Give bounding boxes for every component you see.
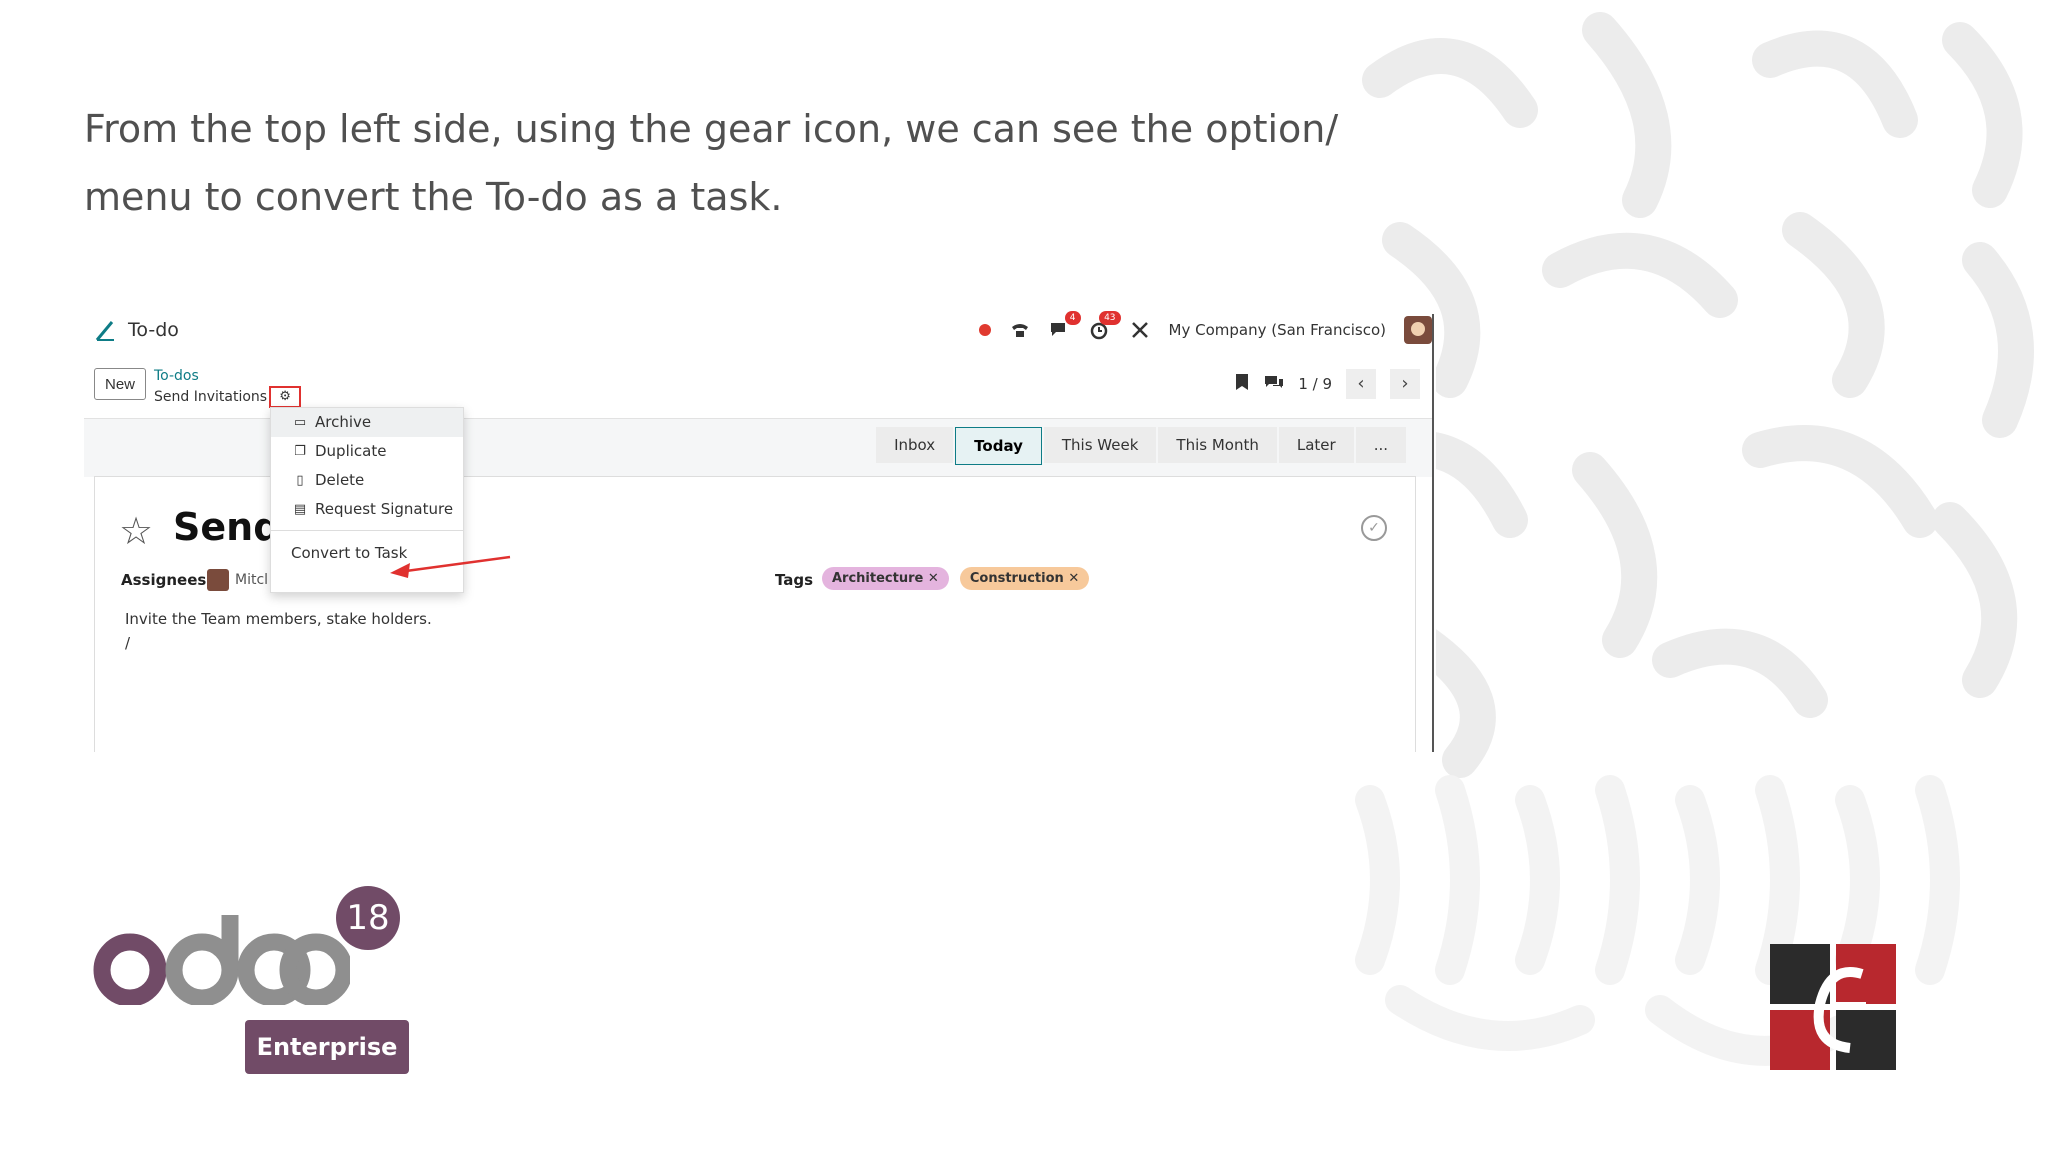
activity-clock-icon[interactable]: 43	[1089, 311, 1121, 341]
menu-item-delete[interactable]: ▯ Delete	[271, 466, 463, 495]
pager-previous-button[interactable]: ‹	[1346, 369, 1376, 399]
systray: 4 43 My Company (San Francisco)	[978, 311, 1432, 344]
chat-icon[interactable]: 4	[1049, 311, 1081, 341]
gear-icon[interactable]: ⚙	[269, 386, 302, 408]
tag-construction-label: Construction	[969, 571, 1064, 586]
app-title-label: To-do	[128, 319, 179, 341]
stage-today[interactable]: Today	[955, 427, 1042, 465]
menu-divider	[271, 530, 463, 531]
menu-archive-label: Archive	[315, 413, 372, 431]
phone-icon[interactable]	[1009, 319, 1031, 341]
breadcrumb-current: Send Invitations ⚙	[154, 386, 302, 408]
document-icon: ▤	[293, 502, 307, 517]
stage-later[interactable]: Later	[1278, 427, 1354, 463]
tags-field[interactable]: Architecture ✕ Construction ✕	[822, 567, 1095, 590]
menu-item-archive[interactable]: ▭ Archive	[271, 408, 463, 437]
chat-badge: 4	[1064, 311, 1081, 325]
assignee-field[interactable]: Mitcl	[207, 569, 268, 591]
debug-tools-icon[interactable]	[1129, 319, 1151, 341]
chatter-icon[interactable]	[1264, 374, 1284, 394]
breadcrumb-todos-link[interactable]: To-dos	[154, 367, 301, 386]
breadcrumb-current-label: Send Invitations	[154, 388, 268, 405]
done-check-icon[interactable]: ✓	[1361, 515, 1387, 541]
odoo-logo	[93, 915, 350, 1005]
record-indicator-icon[interactable]	[978, 324, 991, 336]
menu-delete-label: Delete	[315, 471, 365, 489]
version-badge: 18	[336, 886, 400, 950]
todo-pen-icon	[95, 321, 114, 341]
pager-value[interactable]: 1 / 9	[1298, 375, 1332, 393]
remove-tag-icon[interactable]: ✕	[1068, 571, 1079, 586]
screenshot-edge	[1432, 314, 1434, 752]
stage-this-week[interactable]: This Week	[1043, 427, 1157, 463]
activity-badge: 43	[1099, 311, 1121, 325]
description-line-1: Invite the Team members, stake holders.	[125, 610, 432, 628]
tag-architecture-label: Architecture	[832, 571, 924, 586]
stage-statusbar: Inbox Today This Week This Month Later .…	[876, 427, 1408, 465]
stage-this-month[interactable]: This Month	[1158, 427, 1277, 463]
menu-duplicate-label: Duplicate	[315, 442, 387, 460]
remove-tag-icon[interactable]: ✕	[928, 571, 939, 586]
bookmark-icon[interactable]	[1234, 372, 1250, 396]
pager: 1 / 9 ‹ ›	[1234, 369, 1420, 399]
annotation-arrow-icon	[390, 555, 511, 578]
assignees-label: Assignees	[121, 571, 207, 589]
assignee-name: Mitcl	[235, 572, 269, 588]
duplicate-icon: ❐	[294, 444, 306, 459]
archive-icon: ▭	[293, 415, 307, 430]
star-icon[interactable]: ☆	[119, 509, 153, 553]
user-avatar[interactable]	[1404, 316, 1432, 344]
assignee-avatar	[207, 569, 229, 591]
menu-item-request-signature[interactable]: ▤ Request Signature	[271, 495, 463, 524]
odoo-screenshot: To-do 4 43 My Company (San Francisco) Ne…	[84, 306, 1436, 752]
new-button[interactable]: New	[94, 368, 146, 400]
control-panel: New To-dos Send Invitations ⚙ 1 / 9 ‹ ›	[84, 361, 1432, 411]
slide-instruction-text: From the top left side, using the gear i…	[84, 107, 1339, 219]
trash-icon: ▯	[296, 473, 304, 488]
tags-label: Tags	[775, 571, 814, 589]
pager-next-button[interactable]: ›	[1390, 369, 1420, 399]
background-pattern	[1352, 12, 2034, 1066]
company-logo	[1770, 944, 1896, 1070]
stage-more[interactable]: ...	[1355, 427, 1406, 463]
description-line-2: /	[125, 634, 131, 652]
tag-architecture[interactable]: Architecture ✕	[822, 567, 949, 590]
breadcrumb: To-dos Send Invitations ⚙	[154, 367, 302, 408]
stage-inbox[interactable]: Inbox	[876, 427, 954, 463]
menu-item-duplicate[interactable]: ❐ Duplicate	[271, 437, 463, 466]
edition-badge: Enterprise	[245, 1020, 409, 1074]
description-field[interactable]: Invite the Team members, stake holders. …	[125, 607, 432, 655]
app-title[interactable]: To-do	[94, 318, 179, 342]
top-navbar: To-do 4 43 My Company (San Francisco)	[84, 306, 1432, 358]
menu-request-signature-label: Request Signature	[315, 500, 454, 518]
tag-construction[interactable]: Construction ✕	[959, 567, 1090, 590]
company-switcher[interactable]: My Company (San Francisco)	[1169, 321, 1386, 339]
